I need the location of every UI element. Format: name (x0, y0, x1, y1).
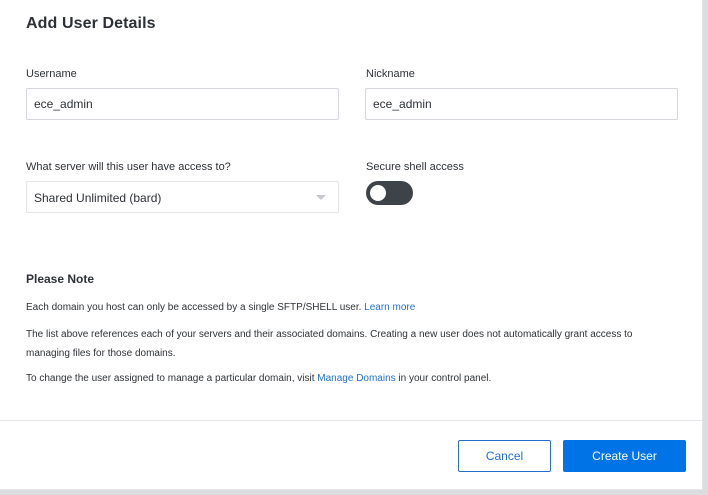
note-paragraph-3-suffix: in your control panel. (395, 373, 492, 384)
username-input[interactable] (26, 88, 339, 120)
ssh-toggle[interactable] (366, 181, 413, 205)
nickname-input[interactable] (365, 88, 678, 120)
note-title: Please Note (26, 272, 95, 286)
toggle-knob (370, 185, 386, 201)
server-select-value: Shared Unlimited (bard) (34, 191, 162, 205)
add-user-dialog: Add User Details Username Nickname What … (0, 0, 703, 490)
dialog-title: Add User Details (26, 15, 156, 32)
server-label: What server will this user have access t… (26, 161, 231, 173)
learn-more-link[interactable]: Learn more (364, 302, 415, 313)
create-user-button[interactable]: Create User (563, 440, 686, 472)
note-paragraph-1: Each domain you host can only be accesse… (26, 298, 676, 317)
footer-divider (0, 420, 702, 421)
note-paragraph-1-text: Each domain you host can only be accesse… (26, 302, 365, 313)
note-paragraph-3: To change the user assigned to manage a … (26, 369, 676, 388)
note-paragraph-3-text: To change the user assigned to manage a … (26, 373, 318, 384)
ssh-label: Secure shell access (366, 161, 464, 173)
username-label: Username (26, 68, 77, 80)
manage-domains-link[interactable]: Manage Domains (317, 373, 395, 384)
server-select[interactable]: Shared Unlimited (bard) (26, 181, 339, 213)
cancel-button[interactable]: Cancel (458, 440, 551, 472)
note-paragraph-2: The list above references each of your s… (26, 329, 633, 359)
chevron-down-icon (316, 195, 326, 200)
nickname-label: Nickname (366, 68, 415, 80)
